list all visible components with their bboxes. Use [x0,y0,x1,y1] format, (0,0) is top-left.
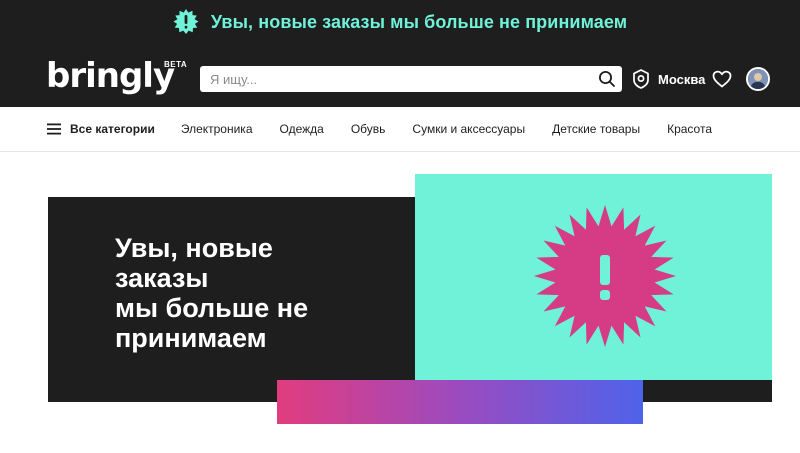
search-icon [599,71,615,87]
banner-title-line: принимаем [115,323,267,353]
logo-beta-badge: BETA [164,60,188,69]
search-input[interactable] [200,66,592,92]
category-shoes[interactable]: Обувь [351,122,386,136]
logo-wordmark: bringly [46,56,175,96]
avatar[interactable] [746,67,770,91]
search-button[interactable] [592,66,622,92]
banner-title-line: заказы [115,263,209,293]
location-pin-icon [633,69,649,89]
category-nav: Все категории Электроника Одежда Обувь С… [0,107,800,152]
category-bags-accessories[interactable]: Сумки и аксессуары [412,122,525,136]
banner-title-line: мы больше не [115,293,309,323]
logo[interactable]: bringly BETA [46,56,187,98]
category-beauty[interactable]: Красота [667,122,712,136]
category-clothing[interactable]: Одежда [280,122,324,136]
banner-title-line: Увы, новые [115,233,273,263]
all-categories-button[interactable]: Все категории [47,122,155,136]
category-electronics[interactable]: Электроника [181,122,253,136]
notice-strip: Увы, новые заказы мы больше не принимаем [0,0,800,44]
menu-icon [47,123,61,135]
notice-text: Увы, новые заказы мы больше не принимаем [210,11,628,32]
top-bar: Увы, новые заказы мы больше не принимаем… [0,0,800,107]
search-bar [200,66,622,92]
banner-title: Увы, новые заказы мы больше не принимаем [115,233,405,353]
exclamation-burst-icon [534,205,676,347]
banner-gradient-strip [277,380,643,424]
exclamation-badge-icon [173,9,199,34]
all-categories-label: Все категории [70,122,155,136]
category-kids[interactable]: Детские товары [552,122,640,136]
location-label: Москва [658,71,706,87]
heart-icon[interactable] [711,68,733,90]
avatar-image [748,69,768,89]
location-selector[interactable]: Москва [632,66,705,92]
